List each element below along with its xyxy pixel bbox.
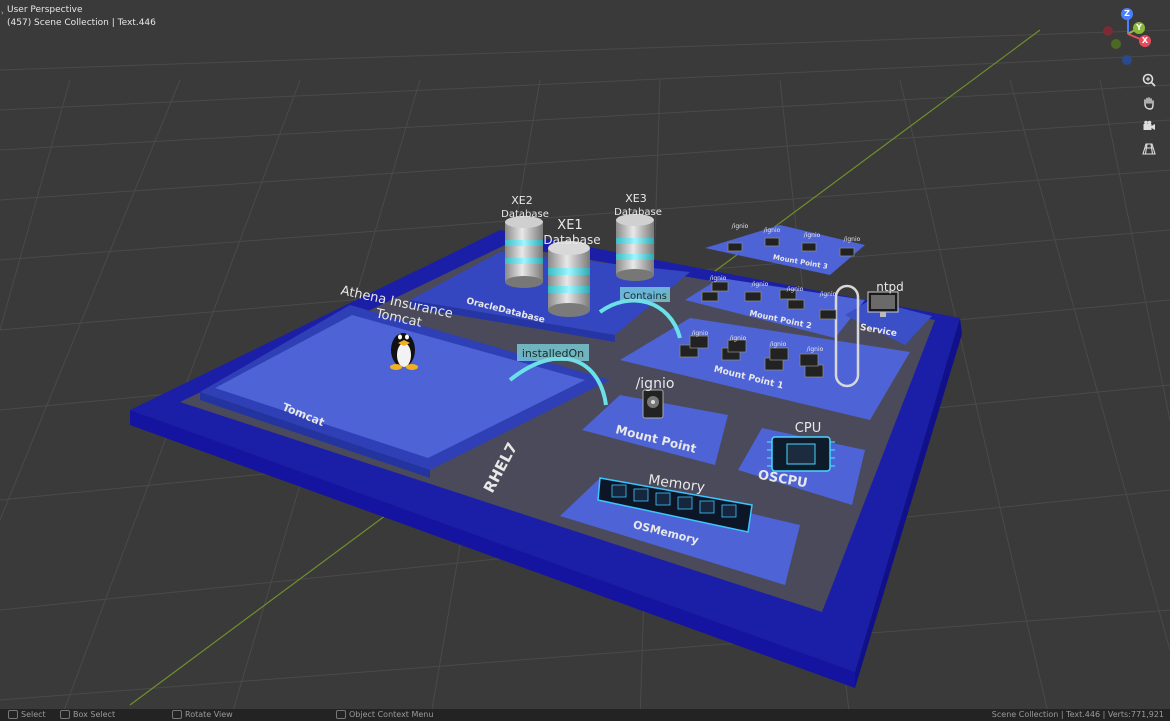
gizmo-neg-y[interactable]	[1111, 39, 1121, 49]
xe2-database-label: Database	[501, 209, 549, 220]
xe3-title: XE3	[625, 192, 646, 205]
ntpd-label: ntpd	[876, 280, 904, 294]
ignio-small-7: /ignio	[787, 286, 804, 293]
view-mode-label: User Perspective	[7, 5, 83, 15]
collection-label: (457) Scene Collection | Text.446	[7, 18, 156, 28]
gizmo-neg-z[interactable]	[1122, 55, 1132, 65]
camera-icon	[1143, 120, 1155, 130]
xe1-database-cylinder	[548, 241, 590, 317]
scene-canvas[interactable]: XE2 Database XE1 Database XE3 Database A…	[0, 0, 1170, 721]
ignio-small-8: /ignio	[820, 291, 837, 298]
hard-disk-icon	[642, 389, 664, 419]
gizmo-z-axis[interactable]: Z	[1121, 8, 1133, 20]
ignio-small-2: /ignio	[764, 227, 781, 234]
ignio-small-11: /ignio	[770, 341, 787, 348]
status-box-select: Box Select	[60, 710, 115, 719]
installedon-label: installedOn	[522, 347, 584, 360]
contains-label: Contains	[623, 291, 667, 302]
status-box-select-label: Box Select	[73, 710, 116, 719]
pan-button[interactable]	[1138, 92, 1160, 114]
hand-pan-icon	[1144, 97, 1154, 110]
ignio-small-4: /ignio	[844, 236, 861, 243]
mouse-context-icon	[336, 710, 346, 719]
3d-viewport[interactable]: XE2 Database XE1 Database XE3 Database A…	[0, 0, 1170, 721]
mouse-right-icon	[172, 710, 182, 719]
status-rotate-label: Rotate View	[185, 710, 233, 719]
cpu-label: CPU	[795, 421, 821, 436]
xe1-database-label: Database	[543, 233, 600, 247]
zoom-button[interactable]	[1138, 69, 1160, 91]
status-bar: Select Box Select Rotate View Object Con…	[0, 709, 1170, 721]
xe2-title: XE2	[511, 194, 532, 207]
status-rotate: Rotate View	[172, 710, 233, 719]
xe3-database-label: Database	[614, 207, 662, 218]
ignio-small-10: /ignio	[730, 335, 747, 342]
ignio-small-12: /ignio	[807, 346, 824, 353]
mouse-left-icon	[8, 710, 18, 719]
gizmo-x-axis[interactable]: X	[1139, 35, 1151, 47]
xe2-database-cylinder	[505, 216, 543, 288]
status-select-label: Select	[21, 710, 46, 719]
status-context-label: Object Context Menu	[349, 710, 434, 719]
xe3-database-cylinder	[616, 214, 654, 281]
ignio-small-6: /ignio	[752, 281, 769, 288]
camera-view-button[interactable]	[1138, 115, 1160, 137]
gizmo-neg-x[interactable]	[1103, 26, 1113, 36]
status-context-menu: Object Context Menu	[336, 710, 433, 719]
grid-perspective-icon	[1142, 143, 1156, 155]
perspective-toggle-button[interactable]	[1138, 138, 1160, 160]
status-stats: Scene Collection | Text.446 | Verts:771,…	[991, 710, 1164, 719]
ignio-small-3: /ignio	[804, 232, 821, 239]
ignio-path-label: /ignio	[636, 376, 675, 392]
mouse-middle-icon	[60, 710, 70, 719]
navigation-gizmo[interactable]: Z Y X	[1098, 6, 1162, 68]
ignio-small-1: /ignio	[732, 223, 749, 230]
zoom-icon	[1142, 73, 1156, 87]
status-select: Select	[8, 710, 46, 719]
gizmo-y-axis[interactable]: Y	[1133, 22, 1145, 34]
ignio-small-9: /ignio	[692, 330, 709, 337]
ignio-small-5: /ignio	[710, 275, 727, 282]
cpu-chip-icon	[767, 436, 835, 472]
xe1-title: XE1	[557, 218, 582, 233]
